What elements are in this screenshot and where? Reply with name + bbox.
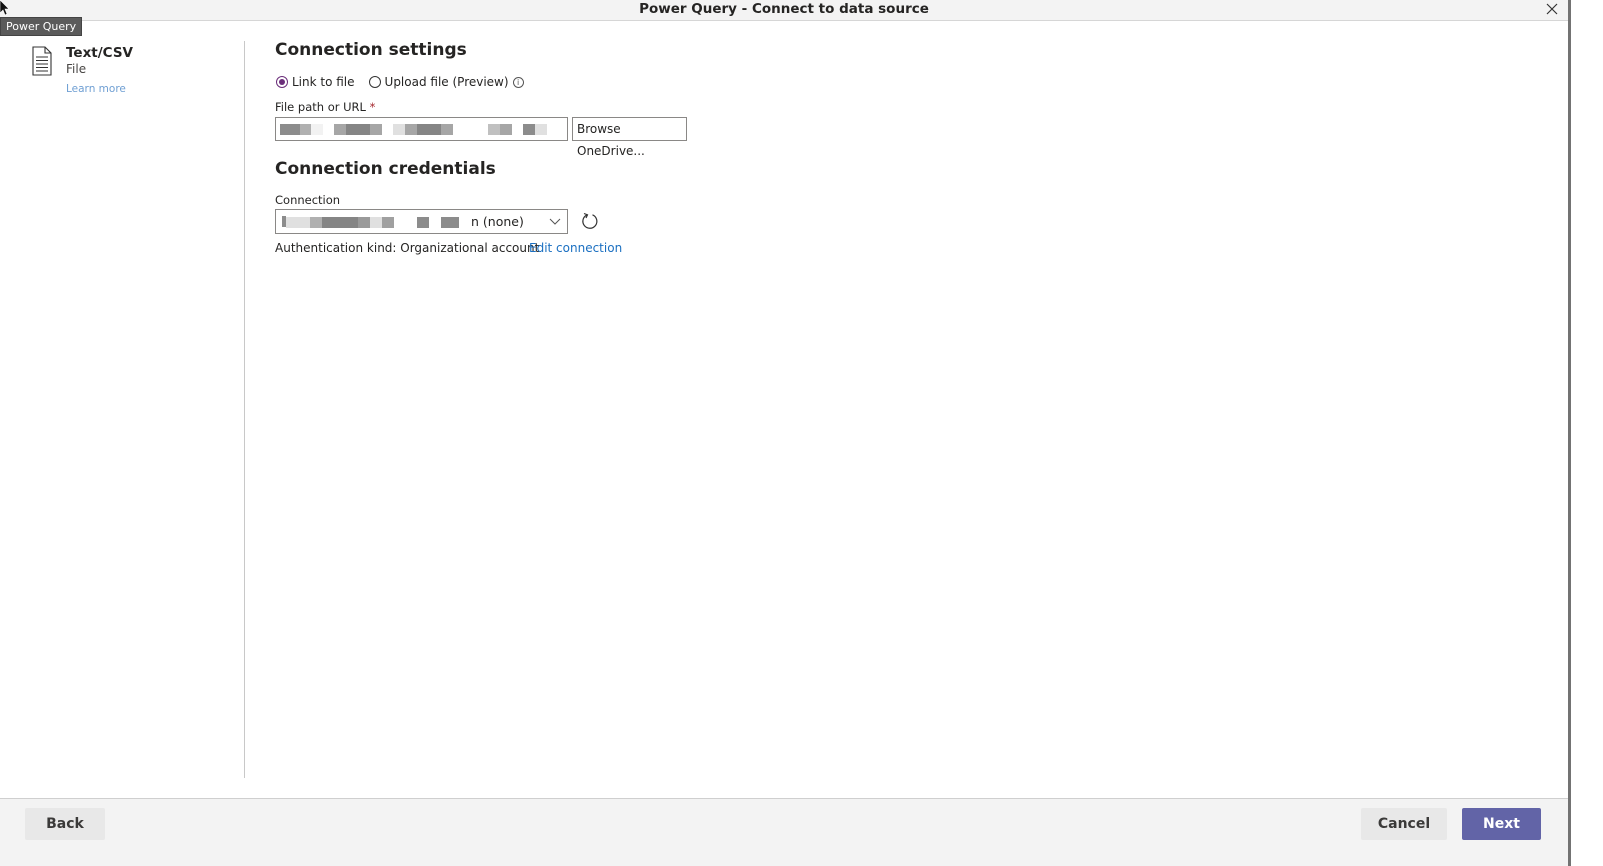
- connection-value: n (none): [471, 214, 524, 229]
- redacted-text: [417, 217, 429, 228]
- redacted-text: [370, 124, 382, 135]
- redacted-text: [370, 217, 382, 228]
- file-path-input[interactable]: [275, 117, 568, 141]
- edit-connection-link[interactable]: Edit connection: [529, 241, 622, 255]
- title-bar: Power Query - Connect to data source: [0, 0, 1568, 21]
- browse-onedrive-button[interactable]: Browse OneDrive...: [572, 117, 687, 158]
- authentication-kind: Authentication kind: Organizational acco…: [275, 241, 540, 255]
- radio-upload-file[interactable]: Upload file (Preview): [368, 75, 509, 89]
- connection-label: Connection: [275, 193, 341, 207]
- close-icon[interactable]: [1544, 1, 1560, 17]
- connector-panel: [0, 22, 245, 778]
- radio-unselected-indicator[interactable]: [368, 76, 381, 88]
- cancel-button[interactable]: Cancel: [1361, 808, 1447, 840]
- chevron-down-icon[interactable]: [549, 216, 561, 226]
- redacted-text: [535, 124, 547, 135]
- radio-link-to-file[interactable]: Link to file: [276, 75, 355, 89]
- window-edge: [1568, 0, 1603, 866]
- learn-more-link[interactable]: Learn more: [66, 83, 126, 95]
- redacted-text: [311, 124, 323, 135]
- document-icon: [32, 46, 52, 76]
- required-indicator: *: [369, 100, 376, 114]
- redacted-text: [382, 217, 394, 228]
- connector-name: Text/CSV: [66, 45, 133, 61]
- redacted-text: [393, 124, 405, 135]
- back-button[interactable]: Back: [25, 808, 105, 840]
- refresh-icon[interactable]: [580, 211, 600, 231]
- redacted-text: [300, 124, 311, 135]
- dialog-title: Power Query - Connect to data source: [639, 1, 929, 17]
- next-button[interactable]: Next: [1462, 808, 1541, 840]
- connection-dropdown[interactable]: n (none): [275, 209, 568, 234]
- redacted-text: [523, 124, 535, 135]
- redacted-text: [417, 124, 441, 135]
- redacted-text: [286, 217, 310, 228]
- redacted-text: [334, 124, 346, 135]
- redacted-text: [358, 217, 370, 228]
- redacted-text: [346, 124, 370, 135]
- connector-kind: File: [66, 62, 87, 76]
- redacted-text: [488, 124, 500, 135]
- connection-credentials-heading: Connection credentials: [275, 159, 496, 179]
- redacted-text: [441, 217, 459, 228]
- connection-settings-heading: Connection settings: [275, 40, 467, 60]
- redacted-text: [405, 124, 417, 135]
- redacted-text: [280, 124, 300, 135]
- mouse-cursor-icon: [0, 0, 10, 16]
- tooltip: Power Query: [0, 17, 83, 36]
- file-source-radio-group: Link to file Upload file (Preview) i: [276, 75, 524, 89]
- redacted-text: [310, 217, 322, 228]
- redacted-text: [500, 124, 512, 135]
- radio-selected-indicator[interactable]: [276, 76, 288, 88]
- dialog-footer: Back Cancel Next: [0, 798, 1568, 866]
- info-icon[interactable]: i: [512, 76, 524, 88]
- panel-divider: [244, 41, 245, 778]
- redacted-text: [322, 217, 358, 228]
- file-path-label: File path or URL *: [275, 100, 376, 114]
- power-query-dialog: Power Query - Connect to data source Pow…: [0, 0, 1568, 866]
- redacted-text: [441, 124, 453, 135]
